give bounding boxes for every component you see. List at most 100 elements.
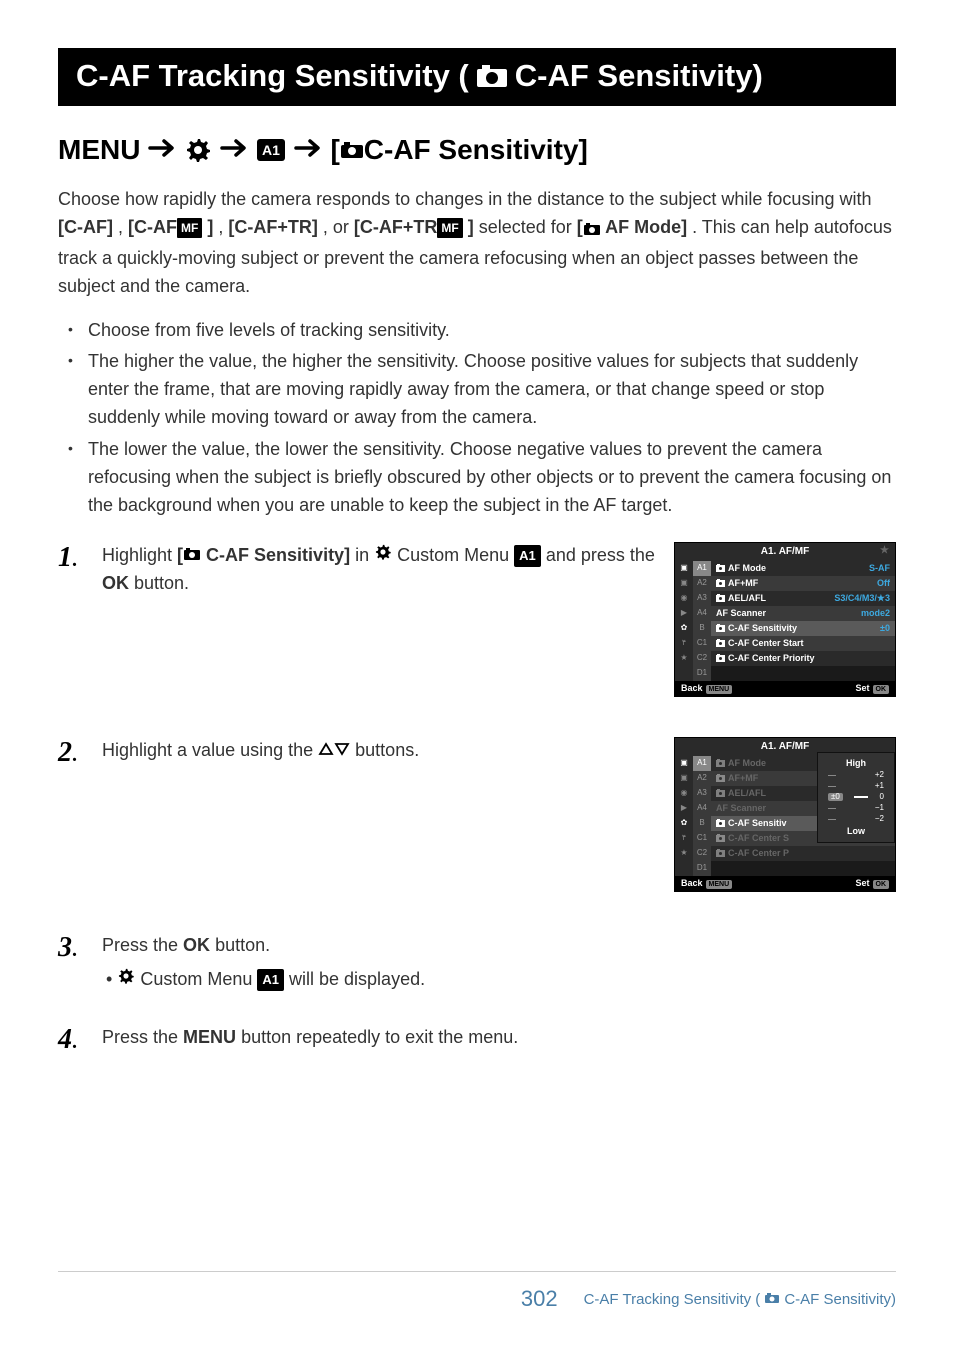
text: button repeatedly to exit the menu. — [241, 1027, 518, 1047]
subtab: B — [693, 816, 711, 831]
subtab: A4 — [693, 606, 711, 621]
subtab: D1 — [693, 666, 711, 681]
subtab: A2 — [693, 771, 711, 786]
text: and press the — [546, 545, 655, 565]
menu-row: C-AF Center Priority — [711, 651, 895, 666]
arrow-icon — [220, 134, 248, 166]
down-triangle-icon — [334, 740, 350, 760]
text: will be displayed. — [289, 969, 425, 989]
menu-row: AF+MFOff — [711, 576, 895, 591]
popup-high-label: High — [818, 757, 894, 770]
screenshot-step-1: A1. AF/MF★ ▣ ▣ ◉ ▶ ✿ ۴ ★ A1 A2 — [674, 542, 896, 697]
list-item: Choose from five levels of tracking sens… — [76, 317, 896, 345]
mf-badge-icon: MF — [177, 218, 202, 239]
mf-badge-icon: MF — [437, 218, 462, 239]
gear-icon — [184, 136, 212, 164]
page-title-bar: C-AF Tracking Sensitivity ( C-AF Sensiti… — [58, 48, 896, 106]
step-number-4: 4. — [58, 1024, 102, 1054]
screenshot-footer: BackMENU SetOK — [675, 876, 895, 891]
popup-low-label: Low — [818, 825, 894, 838]
mode-caftrmf: [C-AF+TR — [354, 217, 438, 237]
ok-button-label: OK — [102, 573, 129, 593]
text: Highlight — [102, 545, 177, 565]
subtab: A1 — [693, 756, 711, 771]
menu-path: MENU A1 [ C-AF Sensitivity] — [58, 134, 896, 166]
tab-icon: ▣ — [675, 771, 693, 786]
text: in — [355, 545, 374, 565]
page-footer: 302 C-AF Tracking Sensitivity ( C-AF Sen… — [58, 1271, 896, 1312]
value-popup: High +2 +1 ±00 −1 −2 Low — [817, 752, 895, 843]
menu-row-selected: C-AF Sensitivity±0 — [711, 621, 895, 636]
step-number-3: 3. — [58, 932, 102, 962]
camera-icon — [475, 63, 509, 89]
a1-badge-icon: A1 — [514, 545, 541, 567]
intro-paragraph: Choose how rapidly the camera responds t… — [58, 186, 896, 301]
tab-icon: ۴ — [675, 636, 693, 651]
arrow-icon — [294, 134, 322, 166]
text: ] — [463, 217, 474, 237]
step-1-text: Highlight [ C-AF Sensitivity] in Custom … — [102, 542, 674, 697]
a1-badge-icon: A1 — [257, 969, 284, 991]
step-2-text: Highlight a value using the buttons. — [102, 737, 674, 892]
menu-row: AEL/AFLS3/C4/M3/★3 — [711, 591, 895, 606]
screenshot-header: A1. AF/MF★ — [675, 543, 895, 561]
svg-text:A1: A1 — [263, 142, 281, 158]
arrow-icon — [148, 134, 176, 166]
ok-button-label: OK — [183, 935, 210, 955]
camera-icon — [340, 141, 364, 159]
tab-icon: ▶ — [675, 606, 693, 621]
menu-row: C-AF Center Start — [711, 636, 895, 651]
text: Custom Menu — [140, 969, 257, 989]
text: Highlight a value using the — [102, 740, 318, 760]
tab-icon: ▣ — [675, 576, 693, 591]
subtab: A3 — [693, 786, 711, 801]
step-3-text: Press the OK button. Custom Menu A1 will… — [102, 932, 896, 994]
text: buttons. — [355, 740, 419, 760]
title-prefix: C-AF Tracking Sensitivity ( — [76, 58, 469, 94]
subtab: C1 — [693, 636, 711, 651]
menu-row: AF Scannermode2 — [711, 606, 895, 621]
step-4-text: Press the MENU button repeatedly to exit… — [102, 1024, 896, 1052]
star-icon: ★ — [880, 546, 889, 556]
step-3-sub-bullet: Custom Menu A1 will be displayed. — [102, 966, 884, 994]
subtab: C2 — [693, 651, 711, 666]
tab-icon: ▣ — [675, 561, 693, 576]
tab-icon: ✿ — [675, 621, 693, 636]
text: C-AF Sensitivity] — [201, 545, 350, 565]
tab-icon: ✿ — [675, 816, 693, 831]
tab-icon: ◉ — [675, 591, 693, 606]
text: AF Mode] — [601, 217, 687, 237]
footer-link[interactable]: C-AF Tracking Sensitivity ( C-AF Sensiti… — [584, 1291, 896, 1308]
subtab: B — [693, 621, 711, 636]
menu-button-label: MENU — [183, 1027, 236, 1047]
up-triangle-icon — [318, 740, 334, 760]
mode-caftr: [C-AF+TR] — [228, 217, 317, 237]
text: Press the — [102, 1027, 183, 1047]
title-suffix: C-AF Sensitivity) — [515, 58, 763, 94]
text: Custom Menu — [397, 545, 514, 565]
text: button. — [215, 935, 270, 955]
text: , — [118, 217, 128, 237]
camera-icon — [583, 220, 601, 240]
bracket-open: [ — [330, 134, 339, 166]
menu-row: AF ModeS-AF — [711, 561, 895, 576]
screenshot-footer: BackMENU SetOK — [675, 681, 895, 696]
subtab: A4 — [693, 801, 711, 816]
page-number: 302 — [521, 1286, 558, 1312]
subtab: C1 — [693, 831, 711, 846]
mode-caf: [C-AF] — [58, 217, 113, 237]
tab-icon: ★ — [675, 651, 693, 666]
screenshot-step-2: A1. AF/MF ▣ ▣ ◉ ▶ ✿ ۴ ★ A1 A2 — [674, 737, 896, 892]
camera-icon — [764, 1291, 780, 1308]
subtab: D1 — [693, 861, 711, 876]
text: C-AF Tracking Sensitivity ( — [584, 1291, 761, 1308]
tab-icon: ▣ — [675, 756, 693, 771]
text: , — [218, 217, 228, 237]
text: C-AF Sensitivity) — [784, 1291, 896, 1308]
camera-icon — [183, 545, 201, 565]
menu-label: MENU — [58, 134, 140, 166]
tab-icon: ۴ — [675, 831, 693, 846]
text: , or — [323, 217, 354, 237]
subtab: C2 — [693, 846, 711, 861]
tab-icon: ★ — [675, 846, 693, 861]
